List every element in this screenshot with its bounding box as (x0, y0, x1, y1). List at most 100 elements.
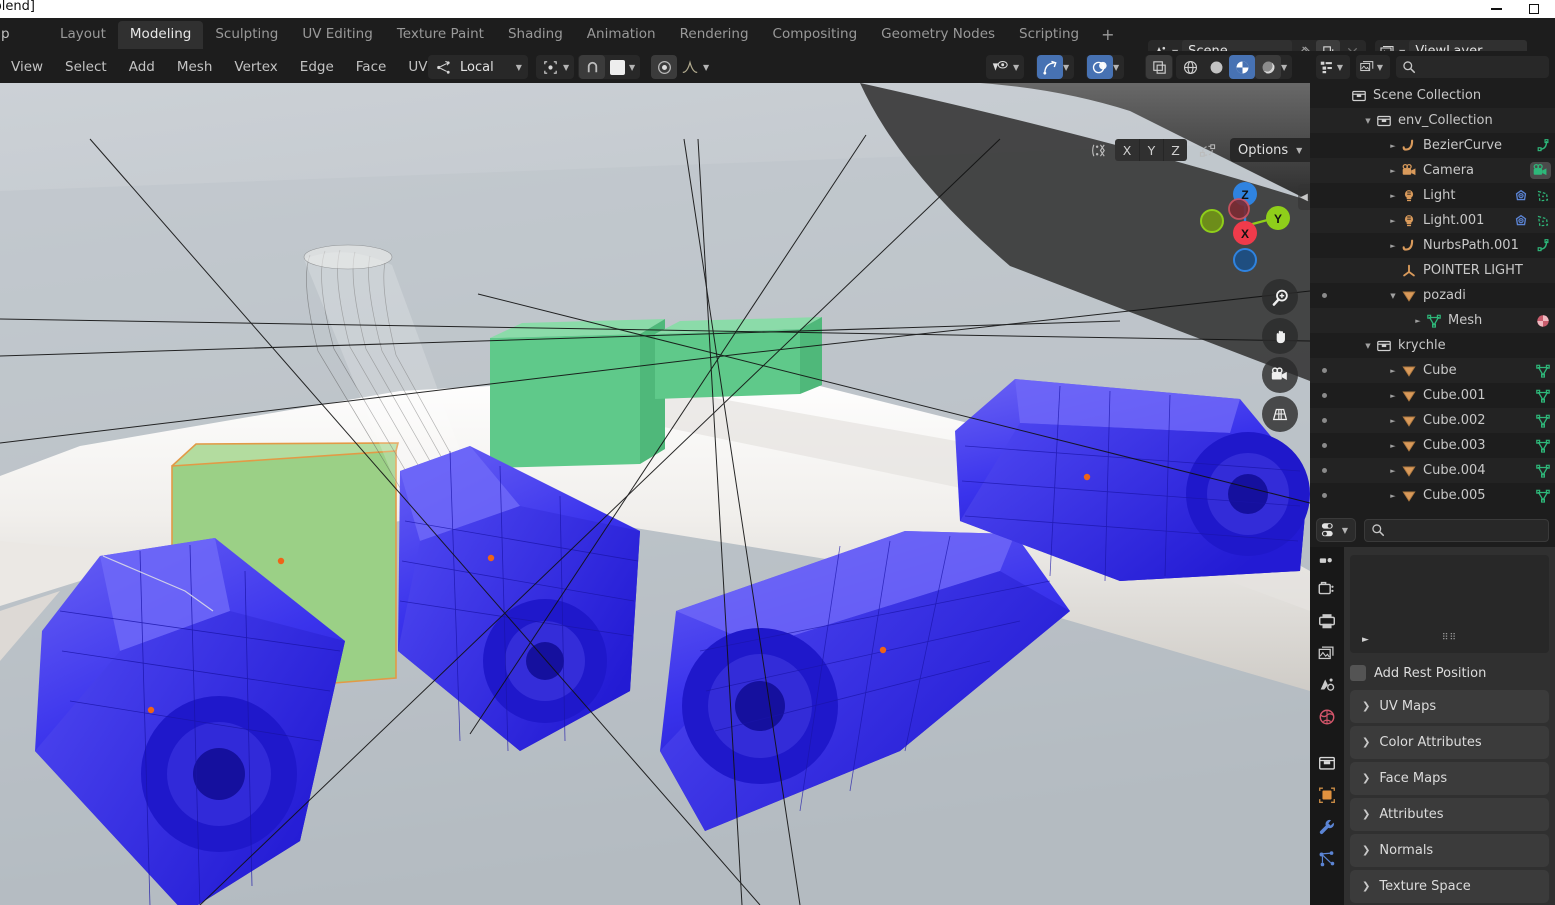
mesh-data-icon[interactable] (1535, 488, 1551, 504)
outliner-row-disclosure-icon[interactable]: ► (1386, 467, 1400, 475)
zoom-icon[interactable] (1262, 279, 1298, 315)
outliner-row-krychle[interactable]: ▼ krychle (1310, 333, 1555, 358)
outliner-row-disclosure-icon[interactable]: ► (1386, 392, 1400, 400)
outliner-row-enable-dot[interactable] (1322, 418, 1327, 423)
shading-mode-group[interactable]: ▼ (1176, 55, 1293, 79)
panel-attributes[interactable]: ❯ Attributes (1350, 798, 1549, 831)
workspace-tab-uv-editing[interactable]: UV Editing (290, 21, 384, 49)
proportional-edit-icon[interactable] (651, 55, 677, 79)
outliner-row-cube[interactable]: ► Cube (1310, 358, 1555, 383)
constraint-icon[interactable] (1513, 213, 1529, 229)
properties-editor[interactable]: ▼ ► ⠿⠿ Add Rest Position ❯ UV Maps ❯ Col… (1310, 513, 1555, 905)
panel-normals[interactable]: ❯ Normals (1350, 834, 1549, 867)
viewport-sidebar-toggle[interactable]: ◀ (1298, 184, 1310, 210)
panel-face-maps[interactable]: ❯ Face Maps (1350, 762, 1549, 795)
perspective-grid-icon[interactable] (1262, 396, 1298, 432)
outliner-row-cube-005[interactable]: ► Cube.005 (1310, 483, 1555, 508)
workspace-tab-layout[interactable]: Layout (48, 21, 118, 49)
overlays-icon[interactable] (1087, 55, 1113, 79)
proportional-edit-square-icon[interactable] (605, 55, 629, 79)
visibility-selector[interactable]: ▼ (986, 55, 1025, 79)
mesh-data-icon[interactable] (1535, 388, 1551, 404)
shading-wireframe-icon[interactable] (1177, 55, 1203, 79)
falloff-curve-icon[interactable] (677, 55, 703, 79)
viewport-options-button[interactable]: Options ▼ (1230, 138, 1310, 162)
snapping-controls[interactable]: ▼ (578, 55, 641, 79)
viewport-menu-edge[interactable]: Edge (289, 51, 345, 83)
add-workspace-button[interactable]: + (1091, 18, 1124, 51)
outliner-row-disclosure-icon[interactable]: ► (1386, 242, 1400, 250)
outliner-row-disclosure-icon[interactable]: ► (1386, 492, 1400, 500)
mesh-data-icon[interactable] (1535, 363, 1551, 379)
panel-texture-space[interactable]: ❯ Texture Space (1350, 870, 1549, 903)
properties-tab-output-icon[interactable] (1314, 605, 1340, 637)
properties-search-input[interactable] (1364, 518, 1549, 542)
proportional-editing-controls[interactable]: ▼ (650, 55, 714, 79)
workspace-tab-texture-paint[interactable]: Texture Paint (385, 21, 496, 49)
outliner-display-mode-button[interactable]: ▼ (1316, 55, 1350, 79)
viewport-menu-vertex[interactable]: Vertex (223, 51, 288, 83)
viewport-menu-mesh[interactable]: Mesh (166, 51, 224, 83)
properties-body[interactable]: ► ⠿⠿ Add Rest Position ❯ UV Maps ❯ Color… (1344, 547, 1555, 905)
outliner-row-disclosure-icon[interactable]: ► (1386, 367, 1400, 375)
gizmo-toggle-group[interactable]: ▼ (1036, 55, 1075, 79)
uv-list-resize-grip[interactable]: ⠿⠿ (1442, 633, 1457, 643)
outliner-row-disclosure-icon[interactable]: ► (1386, 142, 1400, 150)
workspace-tab-modeling[interactable]: Modeling (117, 20, 204, 49)
xray-toggle[interactable] (1145, 55, 1173, 79)
camera-view-icon[interactable] (1262, 357, 1298, 393)
properties-tab-view-layer-icon[interactable] (1314, 637, 1340, 669)
mesh-data-icon[interactable] (1535, 463, 1551, 479)
camera-data-icon[interactable] (1530, 162, 1551, 179)
outliner-row-light-001[interactable]: ► Light.001 (1310, 208, 1555, 233)
workspace-tab-scripting[interactable]: Scripting (1007, 21, 1091, 49)
viewport-menu-select[interactable]: Select (54, 51, 118, 83)
add-rest-position-row[interactable]: Add Rest Position (1350, 660, 1549, 686)
pivot-point-selector[interactable]: ▼ (536, 55, 575, 79)
viewport-menu-view[interactable]: View (0, 51, 54, 83)
properties-tab-collection-icon[interactable] (1314, 747, 1340, 779)
workspace-tab-animation[interactable]: Animation (575, 21, 668, 49)
transform-orientation-selector[interactable]: Local ▼ (428, 55, 528, 79)
outliner-row-disclosure-icon[interactable]: ▼ (1361, 117, 1375, 125)
3d-viewport[interactable]: View Select Add Mesh Vertex Edge Face UV… (0, 51, 1310, 905)
outliner-row-enable-dot[interactable] (1322, 493, 1327, 498)
xray-icon[interactable] (1146, 55, 1172, 79)
workspace-tab-sculpting[interactable]: Sculpting (203, 21, 290, 49)
material-icon[interactable] (1535, 313, 1551, 329)
panel-uv-maps[interactable]: ❯ UV Maps (1350, 690, 1549, 723)
auto-merge-icon[interactable] (1192, 138, 1222, 162)
mesh-data-icon[interactable] (1535, 438, 1551, 454)
properties-tab-scene-icon[interactable] (1314, 669, 1340, 701)
outliner-row-cube-004[interactable]: ► Cube.004 (1310, 458, 1555, 483)
outliner-row-camera[interactable]: ► Camera (1310, 158, 1555, 183)
hand-pan-icon[interactable] (1262, 318, 1298, 354)
outliner-row-disclosure-icon[interactable]: ► (1386, 167, 1400, 175)
gizmo-icon[interactable] (1037, 55, 1063, 79)
outliner-row-disclosure-icon[interactable]: ▼ (1361, 342, 1375, 350)
constraint-icon[interactable] (1513, 188, 1529, 204)
outliner-row-disclosure-icon[interactable]: ► (1386, 442, 1400, 450)
properties-tab-particles-icon[interactable] (1314, 843, 1340, 875)
outliner-tree[interactable]: Scene Collection ▼ env_Collection ► BezierCu… (1310, 83, 1555, 513)
workspace-tab-rendering[interactable]: Rendering (668, 21, 761, 49)
outliner-row-disclosure-icon[interactable]: ▼ (1386, 292, 1400, 300)
outliner-row-cube-002[interactable]: ► Cube.002 (1310, 408, 1555, 433)
workspace-tab-compositing[interactable]: Compositing (761, 21, 870, 49)
outliner-editor[interactable]: ▼ ▼ Scene Collection ▼ env_Collection ► Bezi… (1310, 51, 1555, 513)
add-rest-position-checkbox[interactable] (1350, 665, 1366, 681)
properties-context-button[interactable]: ▼ (1316, 518, 1356, 542)
properties-tab-modifier-icon[interactable] (1314, 811, 1340, 843)
outliner-row-pozadi[interactable]: ▼ pozadi (1310, 283, 1555, 308)
panel-color-attributes[interactable]: ❯ Color Attributes (1350, 726, 1549, 759)
shading-material-preview-icon[interactable] (1229, 55, 1255, 79)
outliner-filter-button[interactable]: ▼ (1356, 55, 1390, 79)
outliner-row-enable-dot[interactable] (1322, 368, 1327, 373)
viewport-menu-face[interactable]: Face (345, 51, 398, 83)
outliner-row-disclosure-icon[interactable]: ► (1411, 317, 1425, 325)
minimize-window-button[interactable] (1481, 0, 1511, 18)
outliner-row-light[interactable]: ► Light (1310, 183, 1555, 208)
properties-tab-tool-icon[interactable] (1314, 551, 1340, 573)
mirror-options-icon[interactable] (1085, 138, 1113, 162)
outliner-row-enable-dot[interactable] (1322, 468, 1327, 473)
